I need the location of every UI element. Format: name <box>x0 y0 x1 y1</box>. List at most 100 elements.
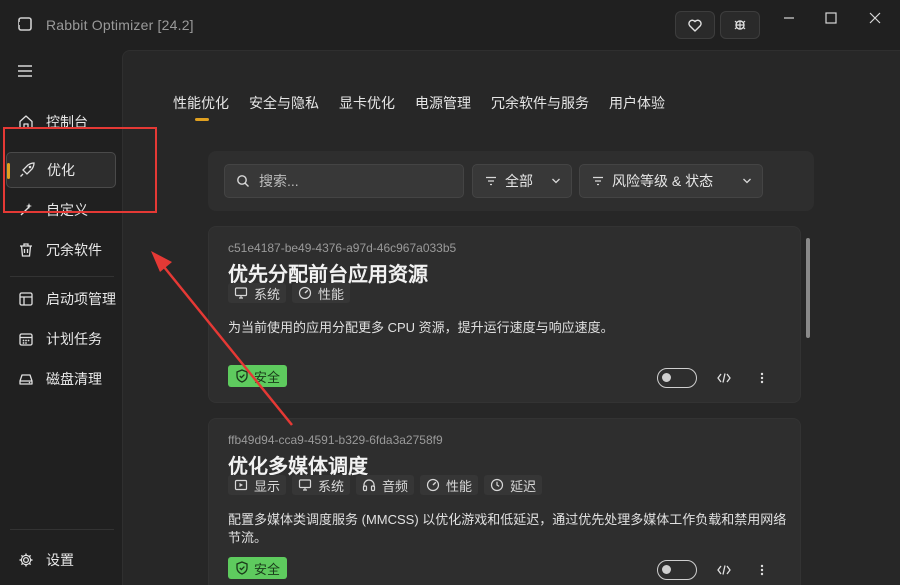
safety-badge-label: 安全 <box>254 369 281 385</box>
tweak-id: c51e4187-be49-4376-a97d-46c967a033b5 <box>228 241 457 255</box>
shield-check-icon <box>236 369 248 383</box>
tweak-card: c51e4187-be49-4376-a97d-46c967a033b5 优先分… <box>208 226 801 403</box>
disk-icon <box>18 371 34 387</box>
sidebar-item-settings[interactable]: 设置 <box>6 542 116 578</box>
more-options-button[interactable] <box>753 561 771 579</box>
risk-status-dropdown-label: 风险等级 & 状态 <box>612 173 714 189</box>
chevron-down-icon <box>743 178 751 184</box>
headphones-icon <box>362 478 376 492</box>
sidebar-item-label: 设置 <box>46 552 74 568</box>
sidebar-item-bloatware[interactable]: 冗余软件 <box>6 232 116 268</box>
filter-icon <box>593 176 603 186</box>
calendar-icon <box>18 331 34 347</box>
minimize-button[interactable] <box>776 8 802 28</box>
monitor-icon <box>298 478 312 492</box>
tab-bloatware-services[interactable]: 冗余软件与服务 <box>491 93 589 113</box>
maximize-button[interactable] <box>818 8 844 28</box>
chevron-down-icon <box>552 178 560 184</box>
sidebar-item-label: 冗余软件 <box>46 242 102 258</box>
sidebar-item-scheduled-tasks[interactable]: 计划任务 <box>6 321 116 357</box>
title-bar: Rabbit Optimizer [24.2] <box>0 0 900 50</box>
toggle-knob <box>662 373 671 382</box>
main-content: 性能优化 安全与隐私 显卡优化 电源管理 冗余软件与服务 用户体验 全部 风险等… <box>122 50 900 585</box>
tag-label: 音频 <box>382 478 409 494</box>
minimize-icon <box>784 17 794 19</box>
safety-badge-label: 安全 <box>254 561 281 577</box>
tag: 系统 <box>228 283 287 303</box>
safety-badge: 安全 <box>228 365 288 387</box>
tag: 音频 <box>356 475 415 495</box>
scrollbar-thumb[interactable] <box>806 238 810 338</box>
sidebar-item-startup[interactable]: 启动项管理 <box>6 281 116 317</box>
tag-list: 系统 性能 <box>228 283 351 303</box>
tag: 延迟 <box>484 475 543 495</box>
sidebar-item-disk-cleanup[interactable]: 磁盘清理 <box>6 361 116 397</box>
heart-icon <box>688 19 702 32</box>
more-vertical-icon <box>760 372 764 384</box>
tab-bar: 性能优化 安全与隐私 显卡优化 电源管理 冗余软件与服务 用户体验 <box>173 93 665 121</box>
tag: 性能 <box>420 475 479 495</box>
safety-badge: 安全 <box>228 557 288 579</box>
startup-icon <box>18 291 34 307</box>
sidebar-divider <box>10 529 114 530</box>
code-icon <box>717 373 731 383</box>
close-button[interactable] <box>862 8 888 28</box>
search-box[interactable] <box>224 164 464 198</box>
view-code-button[interactable] <box>715 561 733 579</box>
app-logo-icon <box>18 17 32 31</box>
window-title: Rabbit Optimizer [24.2] <box>46 17 194 33</box>
tab-performance[interactable]: 性能优化 <box>173 93 229 121</box>
monitor-icon <box>234 286 248 300</box>
search-input[interactable] <box>259 172 449 190</box>
category-dropdown[interactable]: 全部 <box>472 164 572 198</box>
sidebar-divider <box>10 276 114 277</box>
search-icon <box>237 175 249 187</box>
filter-icon <box>486 176 496 186</box>
more-vertical-icon <box>760 564 764 576</box>
gauge-icon <box>426 478 440 492</box>
tag-label: 延迟 <box>510 478 537 494</box>
annotation-highlight-box <box>3 127 157 213</box>
tag-list: 显示 系统 音频 性能 延迟 <box>228 475 543 495</box>
shield-check-icon <box>236 561 248 575</box>
more-options-button[interactable] <box>753 369 771 387</box>
view-code-button[interactable] <box>715 369 733 387</box>
tag-label: 性能 <box>318 286 345 302</box>
sidebar-item-label: 启动项管理 <box>46 291 116 307</box>
tweak-description: 为当前使用的应用分配更多 CPU 资源，提升运行速度与响应速度。 <box>228 320 614 335</box>
tag-label: 性能 <box>446 478 473 494</box>
hamburger-menu-icon[interactable] <box>17 64 33 78</box>
tab-power[interactable]: 电源管理 <box>415 93 471 113</box>
bug-icon <box>734 20 746 30</box>
tag: 系统 <box>292 475 351 495</box>
tweak-card: ffb49d94-cca9-4591-b329-6fda3a2758f9 优化多… <box>208 418 801 585</box>
filter-panel: 全部 风险等级 & 状态 <box>208 151 814 211</box>
clock-icon <box>490 478 504 492</box>
category-dropdown-label: 全部 <box>505 173 533 189</box>
tweak-id: ffb49d94-cca9-4591-b329-6fda3a2758f9 <box>228 433 443 447</box>
gauge-icon <box>298 286 312 300</box>
tag-label: 系统 <box>254 286 281 302</box>
tag: 性能 <box>292 283 351 303</box>
tweak-toggle[interactable] <box>657 560 697 580</box>
risk-status-dropdown[interactable]: 风险等级 & 状态 <box>579 164 763 198</box>
tweak-toggle[interactable] <box>657 368 697 388</box>
maximize-icon <box>825 12 837 24</box>
code-icon <box>717 565 731 575</box>
tab-security-privacy[interactable]: 安全与隐私 <box>249 93 319 113</box>
about-button[interactable] <box>720 11 760 39</box>
close-icon <box>869 12 881 24</box>
tweak-description: 配置多媒体类调度服务 (MMCSS) 以优化游戏和低延迟，通过优先处理多媒体工作… <box>228 512 787 545</box>
sidebar-item-label: 计划任务 <box>46 331 102 347</box>
tag-label: 显示 <box>254 478 281 494</box>
trash-icon <box>18 242 34 258</box>
display-icon <box>234 478 248 492</box>
tab-user-experience[interactable]: 用户体验 <box>609 93 665 113</box>
tab-gpu[interactable]: 显卡优化 <box>339 93 395 113</box>
sidebar-item-label: 磁盘清理 <box>46 371 102 387</box>
tag: 显示 <box>228 475 287 495</box>
toggle-knob <box>662 565 671 574</box>
tag-label: 系统 <box>318 478 345 494</box>
favorite-button[interactable] <box>675 11 715 39</box>
gear-icon <box>18 552 34 568</box>
